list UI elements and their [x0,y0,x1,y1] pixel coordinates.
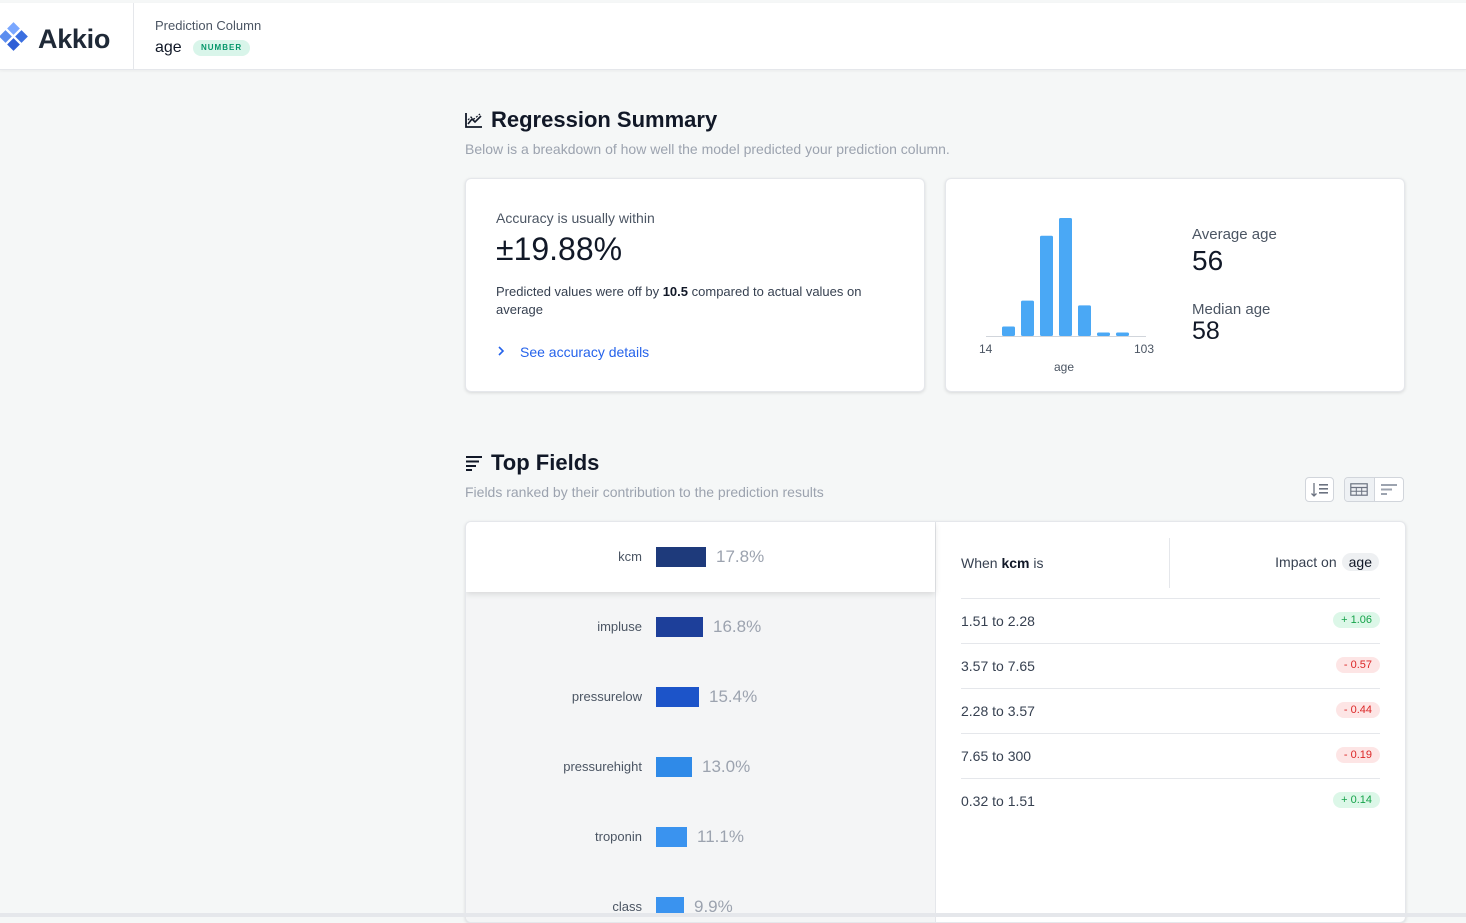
impact-row: 3.57 to 7.65 - 0.57 [961,643,1380,688]
field-importance-percent: 15.4% [709,687,758,706]
field-importance-percent: 17.8% [716,547,765,566]
histogram-min-label: 14 [979,342,993,356]
histogram-bar [1078,305,1091,336]
histogram-bar [1116,332,1129,336]
impact-header: Impact on age [1275,553,1379,571]
regression-summary-title: Regression Summary [491,107,718,132]
table-icon [1350,483,1369,496]
view-mode-toggle [1344,477,1404,502]
value-range: 1.51 to 2.28 [961,613,1035,629]
accuracy-card: Accuracy is usually within ±19.88% Predi… [465,178,925,392]
histogram-bar [1002,326,1015,336]
field-row-pressurelow[interactable]: pressurelow 15.4% [466,662,935,733]
impact-label: Impact on [1275,554,1337,570]
field-row-troponin[interactable]: troponin 11.1% [466,802,935,873]
value-range: 2.28 to 3.57 [961,703,1035,719]
field-importance-percent: 13.0% [702,757,751,776]
value-range: 3.57 to 7.65 [961,658,1035,674]
accuracy-label: Accuracy is usually within [496,210,655,226]
when-prefix: When [961,555,998,571]
field-name: pressurelow [571,689,642,704]
median-age-label: Median age [1192,301,1271,318]
impact-target-chip: age [1341,553,1379,571]
field-row-pressurehight[interactable]: pressurehight 13.0% [466,732,935,803]
histogram-bar [1040,235,1053,336]
chevron-right-icon [496,344,508,360]
when-field-name: kcm [1001,555,1030,571]
field-importance-bar [656,617,703,637]
prediction-column-value[interactable]: age [155,39,182,57]
accuracy-description: Predicted values were off by 10.5 compar… [496,283,906,319]
value-range: 7.65 to 300 [961,748,1032,764]
impact-row: 2.28 to 3.57 - 0.44 [961,688,1380,733]
histogram-max-label: 103 [1134,342,1155,356]
age-histogram [986,218,1146,337]
regression-summary-subtitle: Below is a breakdown of how well the mod… [465,141,950,157]
median-age-value: 58 [1192,317,1220,345]
top-fields-subtitle: Fields ranked by their contribution to t… [465,484,824,500]
table-view-button[interactable] [1345,478,1375,501]
field-row-impluse[interactable]: impluse 16.8% [466,592,935,663]
header-divider [133,3,134,69]
bar-view-button[interactable] [1375,478,1404,501]
see-accuracy-details-label: See accuracy details [520,344,650,360]
desc-prefix: Predicted values were off by [496,284,660,299]
column-type-badge: NUMBER [193,40,251,56]
field-importance-bar [656,827,687,847]
impact-row: 7.65 to 300 - 0.19 [961,733,1380,778]
average-age-value: 56 [1192,245,1224,276]
impact-badge: + 1.06 [1333,612,1380,628]
sort-lines-icon [466,456,482,471]
field-importance-bar [656,547,706,567]
field-importance-percent: 16.8% [713,617,762,636]
field-row-kcm[interactable]: kcm 17.8% [466,522,935,592]
accuracy-value: ±19.88% [496,231,623,267]
when-suffix: is [1033,555,1044,571]
field-name: class [612,899,642,914]
top-fields-card: kcm 17.8% impluse 16.8% pressurelow 15.4% pres… [465,521,1406,923]
value-range: 0.32 to 1.51 [961,793,1035,809]
chart-line-icon [465,113,482,128]
average-age-label: Average age [1192,226,1277,243]
akkio-logo-icon [0,22,28,51]
field-importance-bar [656,757,692,777]
header-column-divider [1169,538,1170,588]
distribution-card: 14 103 age Average age 56 Median age 58 [945,178,1405,392]
top-fields-title: Top Fields [491,450,600,475]
top-header: Akkio Prediction Column age NUMBER [0,3,1466,70]
akkio-logo[interactable]: Akkio [0,21,110,57]
histogram-bar [1021,300,1034,336]
field-importance-percent: 11.1% [697,827,744,846]
impact-row: 0.32 to 1.51 + 0.14 [961,778,1380,823]
field-name: kcm [618,549,642,564]
when-field-header: When kcm is [961,555,1044,571]
bottom-scroll-edge [0,913,1466,917]
sort-order-icon [1311,483,1328,497]
desc-error-value: 10.5 [662,284,689,299]
field-importance-bar [656,687,699,707]
see-accuracy-details-link[interactable]: See accuracy details [496,344,649,360]
sort-order-toggle[interactable] [1305,477,1334,502]
field-importance-list: kcm 17.8% impluse 16.8% pressurelow 15.4% pres… [466,522,936,922]
impact-badge: - 0.19 [1335,747,1380,763]
prediction-column-label: Prediction Column [155,18,262,33]
histogram-axis-label: age [1054,360,1075,374]
impact-badge: - 0.44 [1335,702,1380,718]
bar-list-icon [1380,484,1397,495]
field-name: pressurehight [563,759,642,774]
histogram-bar [1097,332,1110,336]
impact-row: 1.51 to 2.28 + 1.06 [961,598,1380,643]
impact-badge: - 0.57 [1335,657,1380,673]
histogram-bar [1059,218,1072,336]
logo-text: Akkio [38,23,111,54]
field-name: troponin [595,829,642,844]
field-name: impluse [597,619,642,634]
impact-badge: + 0.14 [1333,792,1380,808]
